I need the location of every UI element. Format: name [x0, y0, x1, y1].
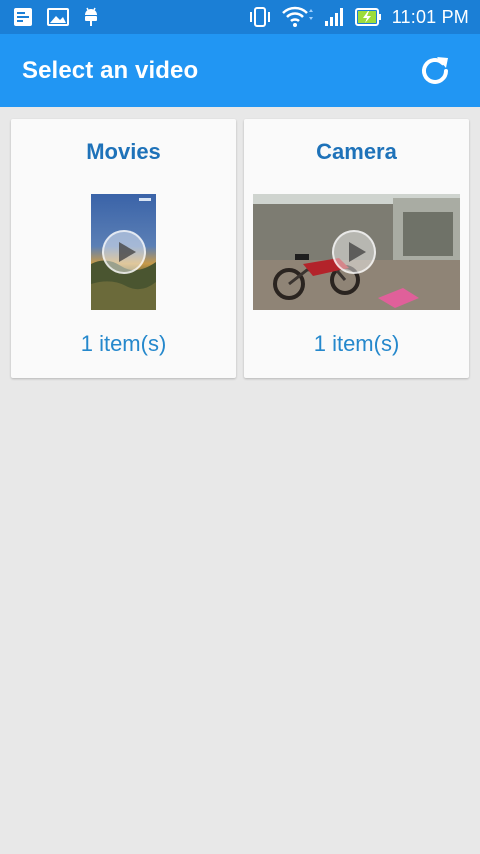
- android-debug-icon: [83, 7, 99, 27]
- album-card-movies[interactable]: Movies 1 item(s): [11, 119, 236, 378]
- refresh-button[interactable]: [418, 54, 452, 88]
- signal-icon: [324, 7, 346, 27]
- notification-icons: [13, 7, 113, 27]
- album-name: Camera: [316, 139, 397, 164]
- album-card-camera[interactable]: Camera 1 item(s): [244, 119, 469, 378]
- screenshot-icon: [13, 7, 33, 27]
- album-name: Movies: [86, 139, 161, 164]
- play-icon: [332, 230, 376, 274]
- system-icons: 11:01 PM: [239, 6, 469, 28]
- page-title: Select an video: [22, 56, 199, 84]
- status-bar: 11:01 PM: [0, 0, 480, 34]
- clock: 11:01 PM: [391, 6, 469, 27]
- album-item-count: 1 item(s): [313, 331, 400, 356]
- play-icon: [102, 230, 146, 274]
- wifi-icon: [281, 6, 315, 28]
- video-thumbnail: [91, 194, 156, 310]
- album-item-count: 1 item(s): [80, 331, 167, 356]
- gallery-icon: [47, 8, 69, 26]
- battery-charging-icon: [354, 7, 383, 27]
- app-bar: Select an video: [0, 34, 480, 107]
- refresh-icon: [422, 56, 448, 84]
- video-thumbnail: [253, 194, 460, 310]
- vibrate-icon: [248, 6, 272, 28]
